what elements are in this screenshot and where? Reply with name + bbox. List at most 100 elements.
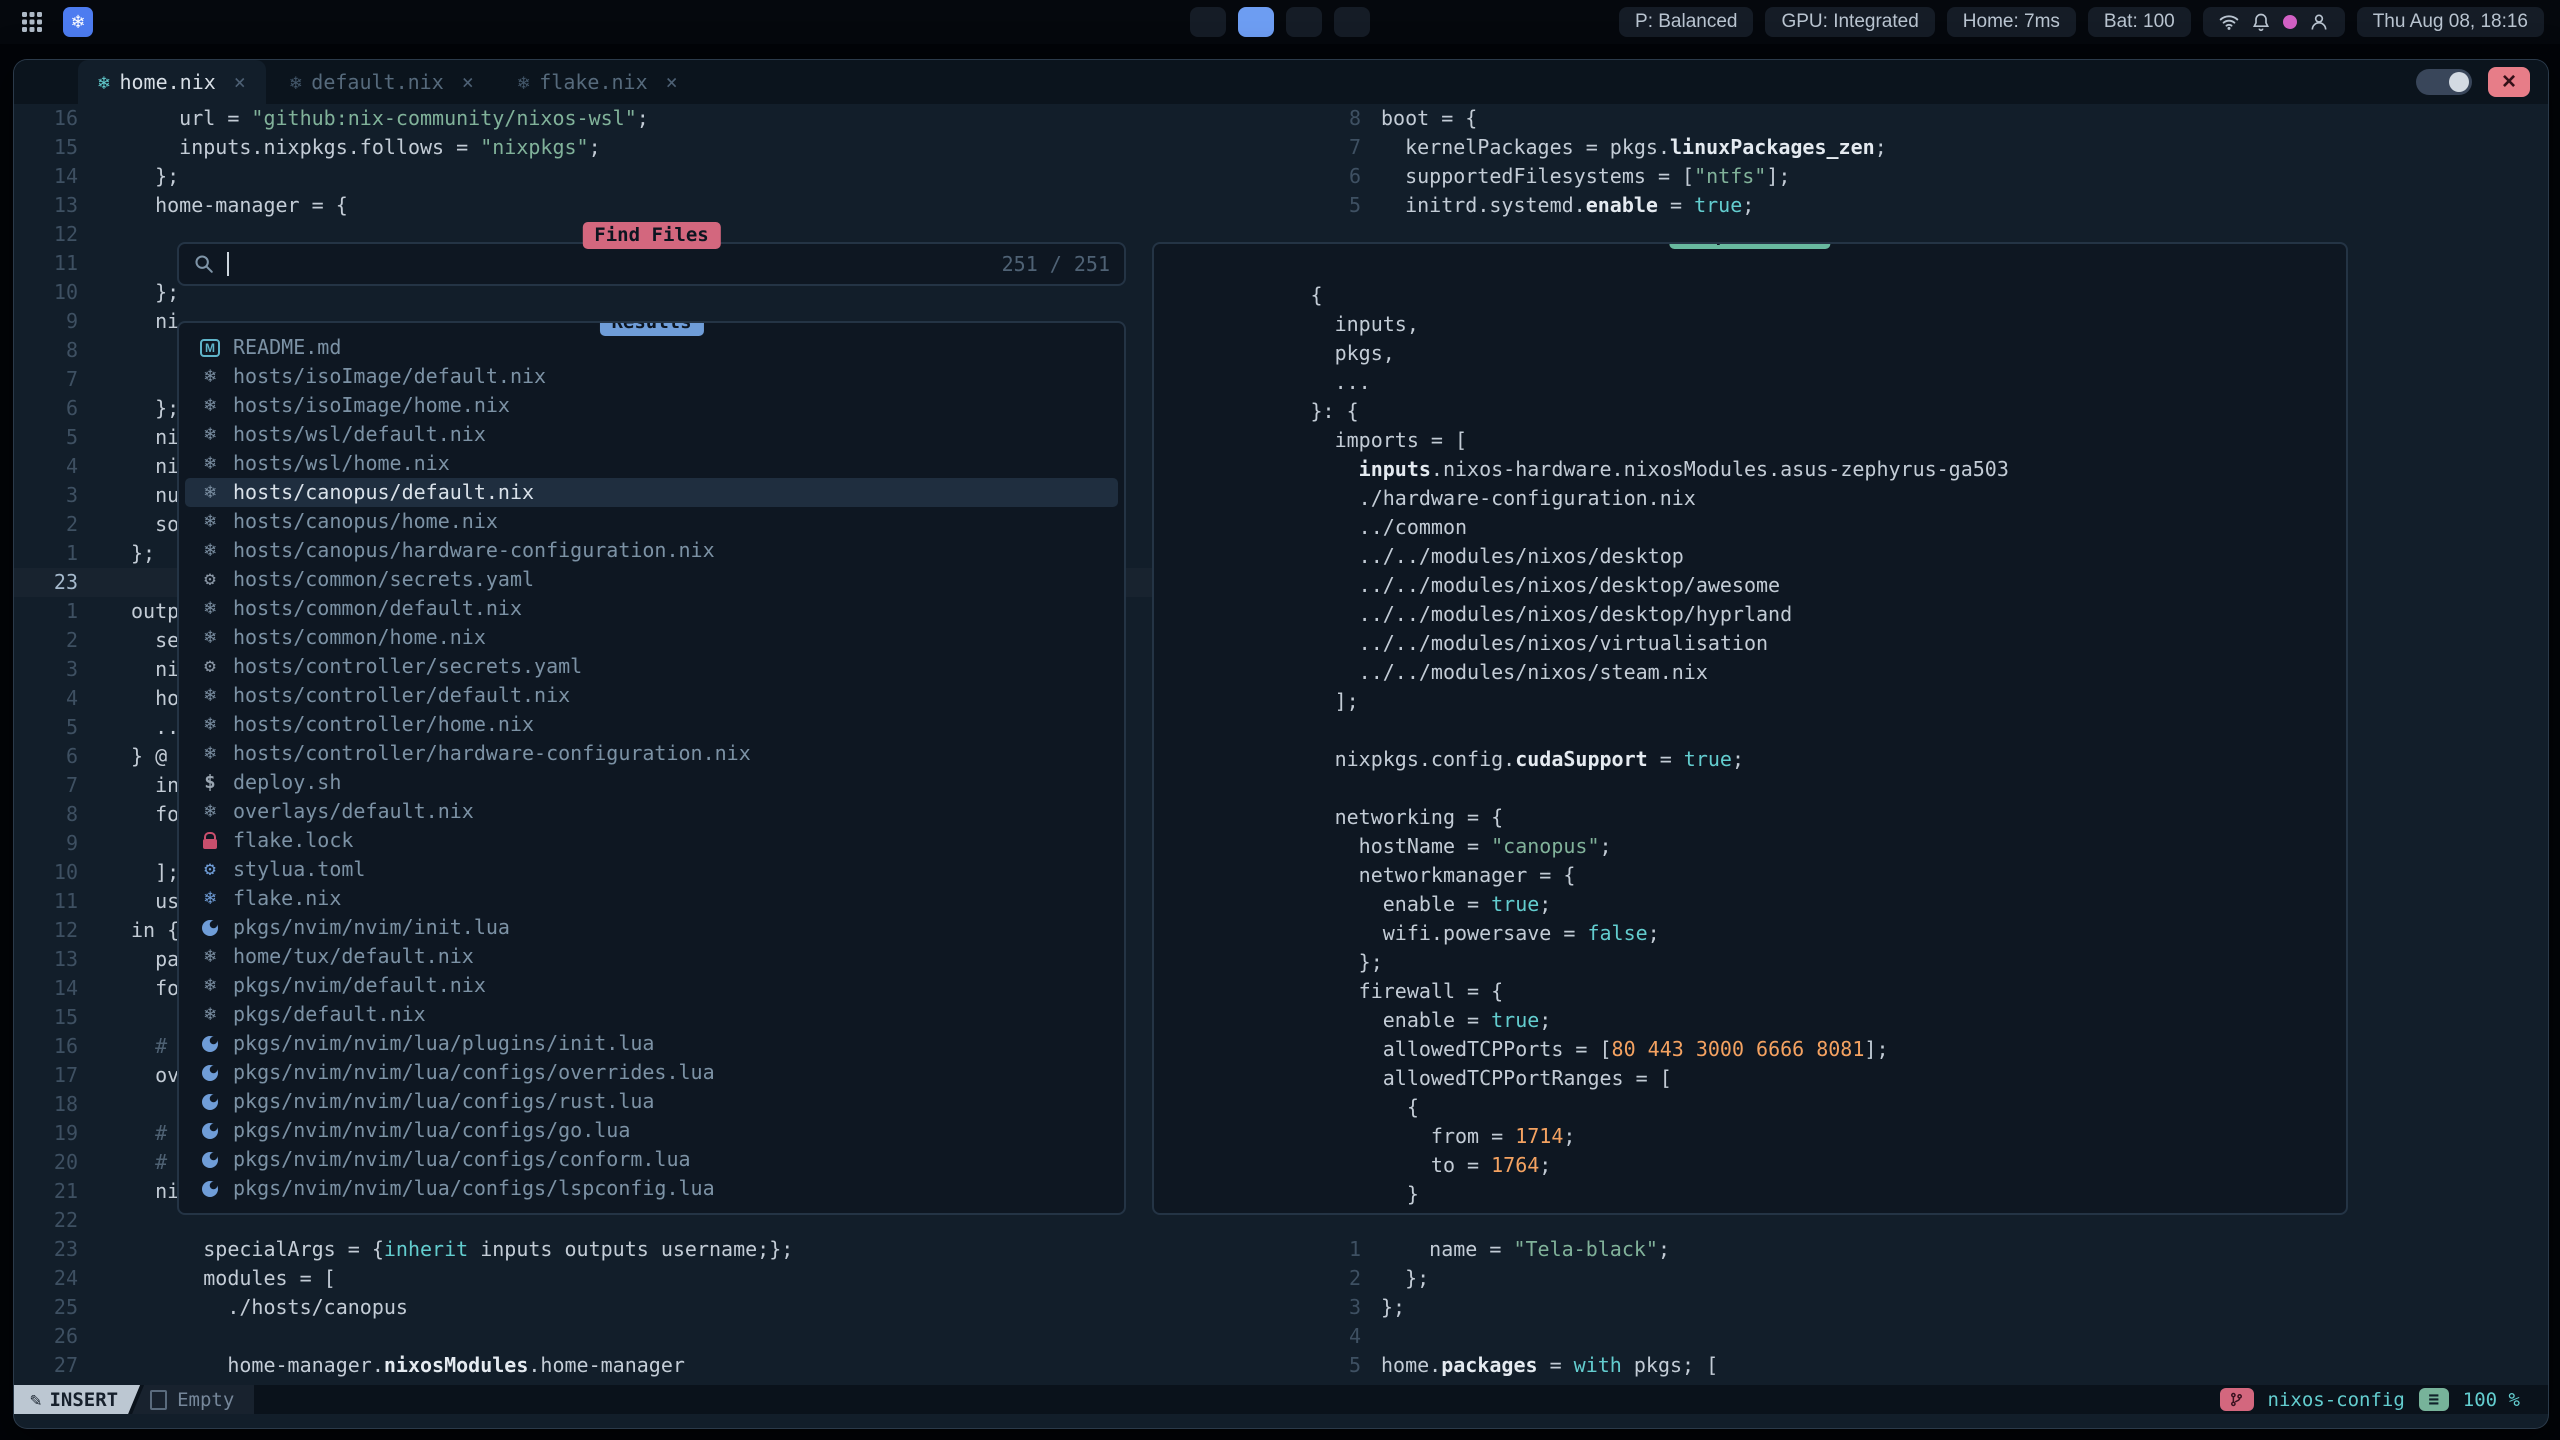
file-result-row[interactable]: pkgs/nvim/default.nix (185, 971, 1118, 1000)
file-path: hosts/controller/hardware-configuration.… (233, 739, 751, 768)
file-result-row[interactable]: pkgs/default.nix (185, 1000, 1118, 1029)
code-text: }; (131, 278, 179, 307)
line-number: 24 (14, 1264, 78, 1293)
line-number: 6 (1297, 162, 1361, 191)
code-text: ni (131, 307, 179, 336)
file-result-row[interactable]: hosts/canopus/home.nix (185, 507, 1118, 536)
code-text: fo (131, 800, 179, 829)
file-result-row[interactable]: pkgs/nvim/nvim/lua/plugins/init.lua (185, 1029, 1118, 1058)
editor-split-right-top[interactable]: 8 boot = { 7 kernelPackages = pkgs.linux… (1152, 104, 2548, 220)
tab-close-icon[interactable]: × (234, 60, 246, 104)
line-number: 21 (14, 1177, 78, 1206)
file-result-row[interactable]: hosts/controller/hardware-configuration.… (185, 739, 1118, 768)
editor-tab[interactable]: default.nix × (270, 60, 494, 104)
code-text: }: { (1311, 399, 1359, 423)
code-text: from = 1714; (1311, 1124, 1576, 1148)
file-result-row[interactable]: README.md (185, 333, 1118, 362)
workspace-switcher (1190, 7, 1370, 37)
file-result-row[interactable]: hosts/common/secrets.yaml (185, 565, 1118, 594)
line-number: 10 (14, 858, 78, 887)
file-path: pkgs/nvim/nvim/lua/configs/go.lua (233, 1116, 630, 1145)
code-text: home-manager.nixosModules.home-manager (131, 1351, 685, 1380)
results-list: README.md hosts/isoImage/default.nix hos… (179, 333, 1124, 1203)
nix-logo-glyph: ❄ (63, 7, 93, 37)
file-result-row[interactable]: deploy.sh (185, 768, 1118, 797)
file-result-row[interactable]: hosts/canopus/hardware-configuration.nix (185, 536, 1118, 565)
file-type-icon (197, 942, 223, 971)
file-path: flake.lock (233, 826, 353, 855)
preview-code-line: networking = { (1166, 774, 2346, 803)
clock[interactable]: Thu Aug 08, 18:16 (2357, 7, 2544, 37)
find-files-prompt[interactable]: Find Files 251 / 251 (177, 242, 1126, 286)
code-text: so (131, 510, 179, 539)
code-text: ../../modules/nixos/virtualisation (1311, 631, 1769, 655)
code-text: }; (131, 394, 179, 423)
status-chip[interactable]: P: Balanced (1619, 7, 1753, 37)
file-result-row[interactable]: flake.lock (185, 826, 1118, 855)
file-result-row[interactable]: hosts/wsl/default.nix (185, 420, 1118, 449)
file-result-row[interactable]: hosts/controller/secrets.yaml (185, 652, 1118, 681)
code-text: networking = { (1311, 805, 1504, 829)
editor-split-right-bottom[interactable]: 1 name = "Tela-black"; 2 }; 3 }; 4 5 hom… (1152, 1235, 2548, 1380)
code-text: enable = true; (1311, 892, 1552, 916)
code-text: ni (131, 1177, 179, 1206)
file-type-icon (197, 681, 223, 710)
file-result-row[interactable]: hosts/controller/home.nix (185, 710, 1118, 739)
code-text: }; (1381, 1264, 1429, 1293)
code-text: ov (131, 1061, 179, 1090)
status-chip[interactable]: Bat: 100 (2088, 7, 2191, 37)
code-text: .. (131, 713, 179, 742)
file-result-row[interactable]: hosts/isoImage/home.nix (185, 391, 1118, 420)
file-type-icon (197, 565, 223, 594)
file-result-row[interactable]: flake.nix (185, 884, 1118, 913)
file-result-row[interactable]: overlays/default.nix (185, 797, 1118, 826)
toggle-switch[interactable] (2416, 69, 2472, 95)
tab-label: home.nix (119, 60, 215, 104)
file-type-icon (197, 449, 223, 478)
file-path: hosts/controller/home.nix (233, 710, 534, 739)
nix-logo-icon[interactable]: ❄ (62, 6, 94, 38)
code-text: allowedTCPPorts = [80 443 3000 6666 8081… (1311, 1037, 1889, 1061)
window-close-button[interactable]: × (2488, 67, 2530, 97)
file-type-icon (197, 478, 223, 507)
file-result-row[interactable]: stylua.toml (185, 855, 1118, 884)
code-text: in { (131, 916, 179, 945)
workspace-button[interactable] (1286, 7, 1322, 37)
file-result-row[interactable]: pkgs/nvim/nvim/lua/configs/go.lua (185, 1116, 1118, 1145)
code-text: home.packages = with pkgs; [ (1381, 1351, 1718, 1380)
file-result-row[interactable]: hosts/common/default.nix (185, 594, 1118, 623)
status-chip[interactable]: GPU: Integrated (1765, 7, 1934, 37)
file-result-row[interactable]: pkgs/nvim/nvim/init.lua (185, 913, 1118, 942)
code-text: hostName = "canopus"; (1311, 834, 1612, 858)
line-number: 10 (14, 278, 78, 307)
workspace-button[interactable] (1238, 7, 1274, 37)
code-text: fo (131, 974, 179, 1003)
line-number: 1 (14, 539, 78, 568)
file-result-row[interactable]: pkgs/nvim/nvim/lua/configs/rust.lua (185, 1087, 1118, 1116)
line-number: 5 (14, 713, 78, 742)
file-result-row[interactable]: pkgs/nvim/nvim/lua/configs/lspconfig.lua (185, 1174, 1118, 1203)
line-number: 8 (1297, 104, 1361, 133)
code-line: 25 ./hosts/canopus (14, 1293, 1152, 1322)
file-result-row[interactable]: pkgs/nvim/nvim/lua/configs/conform.lua (185, 1145, 1118, 1174)
file-path: overlays/default.nix (233, 797, 474, 826)
file-result-row[interactable]: hosts/canopus/default.nix (185, 478, 1118, 507)
status-chip[interactable]: Home: 7ms (1947, 7, 2076, 37)
workspace-button[interactable] (1334, 7, 1370, 37)
system-tray[interactable] (2203, 7, 2345, 37)
file-result-row[interactable]: hosts/isoImage/default.nix (185, 362, 1118, 391)
code-text: ni (131, 452, 179, 481)
file-result-row[interactable]: pkgs/nvim/nvim/lua/configs/overrides.lua (185, 1058, 1118, 1087)
file-result-row[interactable]: hosts/wsl/home.nix (185, 449, 1118, 478)
editor-tab[interactable]: flake.nix × (498, 60, 698, 104)
app-launcher-icon[interactable] (16, 6, 48, 38)
file-result-row[interactable]: hosts/controller/default.nix (185, 681, 1118, 710)
file-result-row[interactable]: hosts/common/home.nix (185, 623, 1118, 652)
code-text: ../../modules/nixos/desktop/awesome (1311, 573, 1781, 597)
git-branch-icon (2220, 1388, 2254, 1411)
editor-tab[interactable]: home.nix × (78, 60, 266, 104)
file-result-row[interactable]: home/tux/default.nix (185, 942, 1118, 971)
workspace-button[interactable] (1190, 7, 1226, 37)
tab-close-icon[interactable]: × (666, 60, 678, 104)
tab-close-icon[interactable]: × (462, 60, 474, 104)
